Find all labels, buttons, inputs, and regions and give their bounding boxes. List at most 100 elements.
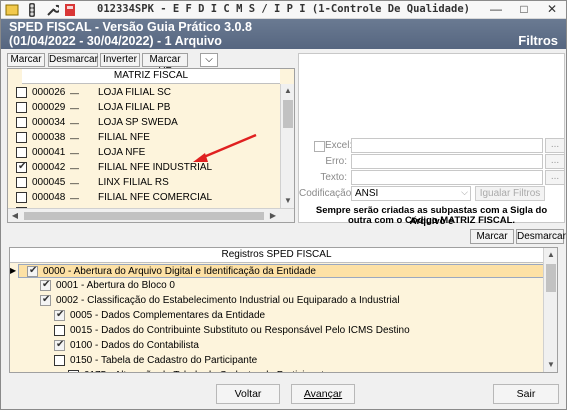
tree-checkbox[interactable]: ✔ — [54, 339, 65, 351]
excel-browse-button[interactable]: ... — [545, 138, 565, 153]
tree-scroll-thumb[interactable] — [546, 264, 556, 292]
codificacao-value: ANSI — [355, 188, 379, 199]
close-button[interactable]: ✕ — [538, 1, 566, 19]
texto-label: Texto: — [320, 172, 347, 183]
row-separator: — — [70, 118, 79, 128]
row-checkbox[interactable] — [16, 147, 27, 158]
tree-node[interactable]: 0175 - Alteração da Tabela de Cadastro d… — [10, 369, 545, 372]
list-item[interactable]: 000034 — LOJA SP SWEDA — [8, 116, 278, 130]
registros-desmarcar-button[interactable]: Desmarcar — [516, 229, 566, 244]
row-separator: — — [70, 133, 79, 143]
row-code: 000029 — [32, 102, 66, 113]
tree-node-label: 0000 - Abertura do Arquivo Digital e Ide… — [43, 266, 316, 277]
uf-dropdown[interactable]: ⌵ — [200, 53, 218, 67]
checkmark-icon: ✔ — [42, 279, 51, 290]
sair-button[interactable]: Sair — [493, 384, 559, 404]
checkmark-icon: ✔ — [29, 265, 38, 276]
registros-vscroll[interactable]: ▲ ▼ — [543, 248, 557, 372]
hscroll-thumb[interactable] — [24, 212, 264, 220]
registros-tree[interactable]: Registros SPED FISCAL ▶ ✔ 0000 - Abertura… — [9, 247, 558, 373]
row-checkbox[interactable] — [16, 192, 27, 203]
row-separator: — — [70, 103, 79, 113]
row-code: 000038 — [32, 132, 66, 143]
chevron-down-icon[interactable]: ⌵ — [461, 187, 468, 198]
row-checkbox[interactable] — [16, 117, 27, 128]
checkmark-icon: ✔ — [56, 309, 65, 320]
row-code: 000041 — [32, 147, 66, 158]
row-name: LOJA FILIAL PB — [98, 102, 171, 113]
row-separator: — — [70, 88, 79, 98]
list-item[interactable]: 000029 — LOJA FILIAL PB — [8, 101, 278, 115]
row-checkbox[interactable]: ✔ — [16, 161, 27, 173]
tree-node-label: 0005 - Dados Complementares da Entidade — [70, 310, 266, 321]
tree-scroll-down-icon[interactable]: ▼ — [544, 358, 557, 372]
tree-node[interactable]: ✔ 0001 - Abertura do Bloco 0 — [10, 279, 545, 293]
avancar-button[interactable]: Avançar — [291, 384, 355, 404]
row-separator: — — [70, 193, 79, 203]
tree-node[interactable]: ✔ 0005 - Dados Complementares da Entidade — [10, 309, 545, 323]
avancar-label: Avançar — [303, 388, 343, 400]
tree-node[interactable]: ✔ 0100 - Dados do Contabilista — [10, 339, 545, 353]
row-checkbox[interactable] — [16, 132, 27, 143]
tree-node-label: 0175 - Alteração da Tabela de Cadastro d… — [84, 369, 330, 372]
row-name: FILIAL NFE — [98, 132, 150, 143]
matriz-vscroll[interactable]: ▲ ▼ — [280, 84, 294, 208]
texto-path-input[interactable] — [351, 170, 543, 185]
tree-checkbox[interactable] — [54, 325, 65, 336]
tree-node[interactable]: 0150 - Tabela de Cadastro do Participant… — [10, 354, 545, 368]
row-checkbox[interactable] — [16, 102, 27, 113]
section-title: Filtros — [518, 33, 558, 48]
scroll-left-icon[interactable]: ◀ — [8, 209, 22, 223]
row-name: LOJA NFE — [98, 147, 146, 158]
voltar-button[interactable]: Voltar — [216, 384, 280, 404]
maximize-button[interactable]: □ — [510, 1, 538, 19]
tree-checkbox[interactable]: ✔ — [54, 309, 65, 321]
header-title: SPED FISCAL - Versão Guia Prático 3.0.8 — [9, 20, 252, 34]
row-code: 000026 — [32, 87, 66, 98]
scroll-down-icon[interactable]: ▼ — [281, 194, 295, 208]
erro-label: Erro: — [325, 156, 347, 167]
tree-node[interactable]: ✔ 0000 - Abertura do Arquivo Digital e Id… — [18, 264, 546, 278]
codificacao-select[interactable]: ANSI ⌵ — [351, 186, 471, 201]
codificacao-label: Codificação: — [299, 188, 355, 199]
row-checkbox[interactable] — [16, 87, 27, 98]
igualar-filtros-button[interactable]: Igualar Filtros — [475, 186, 545, 201]
registros-header: Registros SPED FISCAL — [10, 248, 543, 263]
marcar-uf-button[interactable]: Marcar UF — [142, 53, 188, 77]
list-item[interactable]: 000045 — LINX FILIAL RS — [8, 176, 278, 190]
list-item[interactable]: 000026 — LOJA FILIAL SC — [8, 86, 278, 100]
minimize-button[interactable]: — — [482, 1, 510, 19]
row-separator: — — [70, 178, 79, 188]
inverter-button[interactable]: Inverter — [100, 53, 140, 67]
tree-node[interactable]: 0015 - Dados do Contribuinte Substituto … — [10, 324, 545, 338]
row-separator: — — [70, 163, 79, 173]
row-code: 000042 — [32, 162, 66, 173]
scroll-thumb[interactable] — [283, 100, 293, 128]
marcar-button[interactable]: Marcar — [7, 53, 45, 67]
tree-scroll-up-icon[interactable]: ▲ — [544, 248, 557, 262]
scroll-up-icon[interactable]: ▲ — [281, 84, 295, 98]
excel-path-input[interactable] — [351, 138, 543, 153]
tree-checkbox[interactable]: ✔ — [27, 265, 38, 277]
erro-path-input[interactable] — [351, 154, 543, 169]
matriz-hscroll[interactable]: ◀ ▶ — [8, 208, 294, 222]
excel-label: Excel: — [325, 140, 353, 151]
texto-browse-button[interactable]: ... — [545, 170, 565, 185]
erro-browse-button[interactable]: ... — [545, 154, 565, 169]
checkmark-icon: ✔ — [18, 161, 27, 172]
row-name: LOJA FILIAL SC — [98, 87, 171, 98]
tree-checkbox[interactable] — [54, 355, 65, 366]
tree-node[interactable]: ✔ 0002 - Classificação do Estabelecimento… — [10, 294, 545, 308]
row-checkbox[interactable] — [16, 177, 27, 188]
excel-checkbox[interactable] — [314, 141, 325, 152]
tree-node-label: 0150 - Tabela de Cadastro do Participant… — [70, 355, 258, 366]
scroll-right-icon[interactable]: ▶ — [266, 209, 280, 223]
desmarcar-button[interactable]: Desmarcar — [48, 53, 98, 67]
tree-checkbox[interactable] — [68, 370, 79, 372]
row-code: 000034 — [32, 117, 66, 128]
tree-node-label: 0015 - Dados do Contribuinte Substituto … — [70, 325, 410, 336]
registros-marcar-button[interactable]: Marcar — [470, 229, 514, 244]
list-item[interactable]: 000048 — FILIAL NFE COMERCIAL — [8, 191, 278, 205]
tree-checkbox[interactable]: ✔ — [40, 294, 51, 306]
tree-checkbox[interactable]: ✔ — [40, 279, 51, 291]
